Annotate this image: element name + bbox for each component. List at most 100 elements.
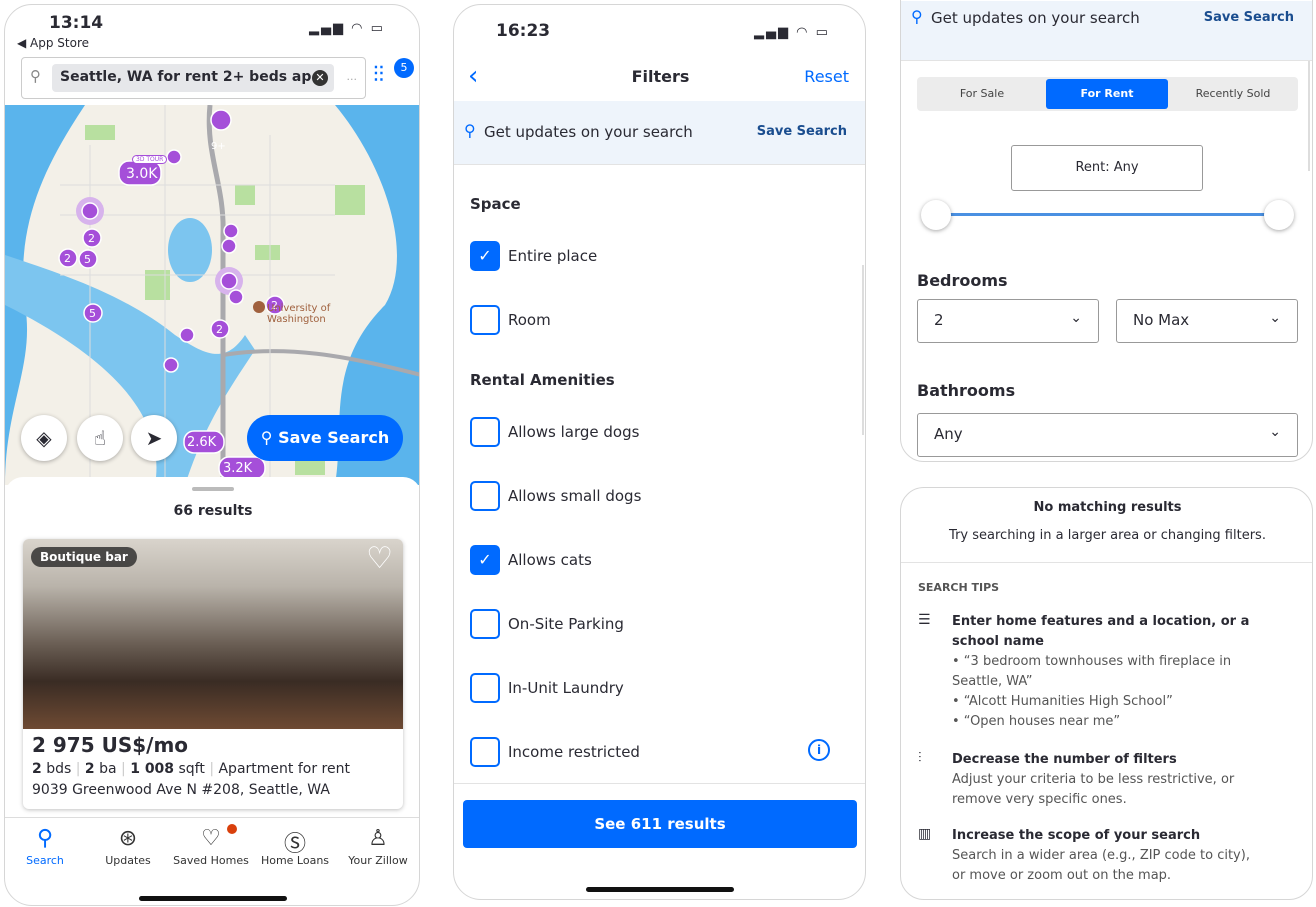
checkbox-label: In-Unit Laundry bbox=[508, 679, 624, 697]
tab-label: Your Zillow bbox=[348, 854, 408, 867]
clear-icon[interactable]: ✕ bbox=[312, 70, 328, 86]
tip-text: Search in a wider area (e.g., ZIP code t… bbox=[952, 848, 1250, 883]
tab-updates[interactable]: ⊛ Updates bbox=[88, 826, 168, 867]
checkbox-row[interactable]: Allows small dogs bbox=[470, 481, 800, 513]
tip-title: Increase the scope of your search bbox=[952, 828, 1201, 843]
green-lake bbox=[168, 218, 212, 282]
search-tip: ☰ Enter home features and a location, or … bbox=[918, 612, 1298, 732]
pin-label[interactable]: 5 bbox=[89, 307, 96, 320]
save-search-icon: ⚲ bbox=[911, 7, 923, 26]
checkbox-label: Entire place bbox=[508, 247, 598, 265]
checkbox[interactable]: ✓ bbox=[470, 545, 500, 575]
tab-your-zillow[interactable]: ♙ Your Zillow bbox=[338, 826, 418, 867]
tab-saved-homes[interactable]: ♡ Saved Homes bbox=[171, 826, 251, 867]
tab-label: Home Loans bbox=[260, 854, 330, 867]
segment-for-rent[interactable]: For Rent bbox=[1046, 79, 1168, 109]
filter-button[interactable]: ⫶⫶ bbox=[373, 63, 384, 88]
university-icon bbox=[253, 301, 265, 313]
checkbox-row[interactable]: ✓ Allows cats bbox=[470, 545, 800, 577]
search-tip: ▥ Increase the scope of your search Search… bbox=[918, 826, 1298, 886]
save-search-label: Save Search bbox=[278, 428, 390, 447]
listing-card[interactable]: Boutique bar ♡ 2 975 US$/mo 2 bds | 2 ba… bbox=[23, 539, 403, 809]
pin-label[interactable]: 9+ bbox=[211, 141, 226, 152]
pin-label[interactable]: 3.0K bbox=[126, 166, 157, 182]
checkbox-row[interactable]: Income restricted bbox=[470, 737, 800, 769]
empty-subtitle: Try searching in a larger area or changi… bbox=[949, 528, 1266, 543]
bathrooms-select[interactable]: Any ⌄ bbox=[917, 413, 1298, 457]
bedrooms-min-select[interactable]: 2 ⌄ bbox=[917, 299, 1099, 343]
save-search-link[interactable]: Save Search bbox=[1204, 10, 1294, 25]
listing-price: 2 975 US$/mo bbox=[32, 733, 189, 757]
checkbox[interactable] bbox=[470, 673, 500, 703]
pin-label[interactable]: 2 bbox=[88, 232, 95, 245]
scrollbar[interactable] bbox=[1308, 61, 1310, 171]
section-bedrooms: Bedrooms bbox=[917, 271, 1008, 290]
pin-label[interactable]: 5 bbox=[84, 253, 91, 266]
pin-label[interactable]: 2 bbox=[216, 323, 223, 336]
sliders-icon: ⫶ bbox=[918, 750, 922, 766]
pin-label[interactable]: 2.6K bbox=[187, 435, 216, 450]
back-to-app-store[interactable]: ◀ App Store bbox=[17, 36, 89, 50]
tab-label: Updates bbox=[105, 854, 151, 867]
checkbox-row[interactable]: Room bbox=[470, 305, 800, 337]
tab-label: Saved Homes bbox=[173, 854, 249, 867]
layers-button[interactable]: ◈ bbox=[21, 415, 67, 461]
tab-home-loans[interactable]: Ⓢ Home Loans bbox=[255, 826, 335, 867]
tip-title: Decrease the number of filters bbox=[952, 752, 1177, 767]
checkbox[interactable] bbox=[470, 481, 500, 511]
search-query-chip[interactable]: Seattle, WA for rent 2+ beds ap... ✕ bbox=[52, 64, 334, 92]
banner-text: Get updates on your search bbox=[931, 9, 1140, 27]
bedrooms-max-select[interactable]: No Max ⌄ bbox=[1116, 299, 1298, 343]
search-map-screen: 13:14 ◀ App Store ▂▄▆ ◠ ▭ ⚲ Seattle, WA … bbox=[4, 4, 420, 906]
sheet-handle[interactable] bbox=[192, 487, 234, 491]
tip-title: Enter home features and a location, or a… bbox=[952, 614, 1250, 649]
segment-for-sale[interactable]: For Sale bbox=[921, 79, 1043, 109]
checkbox-row[interactable]: On-Site Parking bbox=[470, 609, 800, 641]
chevron-down-icon: ⌄ bbox=[1269, 424, 1281, 440]
map-pin bbox=[163, 357, 179, 373]
checkbox[interactable] bbox=[470, 609, 500, 639]
see-results-button[interactable]: See 611 results bbox=[463, 800, 857, 848]
tab-label: Search bbox=[26, 854, 64, 867]
checkbox-row[interactable]: Allows large dogs bbox=[470, 417, 800, 449]
search-icon: ⚲ bbox=[36, 826, 54, 851]
checkbox[interactable]: ✓ bbox=[470, 241, 500, 271]
3d-tour-badge: 3D TOUR bbox=[132, 155, 168, 164]
scrollbar[interactable] bbox=[862, 265, 864, 435]
draw-button[interactable]: ☝ bbox=[77, 415, 123, 461]
dollar-icon: Ⓢ bbox=[283, 832, 306, 857]
listing-type-toggle: For Sale For Rent Recently Sold bbox=[917, 77, 1298, 111]
tip-text: Adjust your criteria to be less restrict… bbox=[952, 772, 1235, 807]
empty-title: No matching results bbox=[1033, 500, 1182, 515]
favorite-heart-icon[interactable]: ♡ bbox=[366, 541, 393, 576]
reset-button[interactable]: Reset bbox=[804, 67, 849, 86]
rent-slider-track[interactable] bbox=[935, 213, 1279, 216]
info-icon[interactable]: i bbox=[808, 739, 830, 761]
map[interactable]: 9+ 3.0K 3D TOUR 2 2 5 2 5 2 2.6K 3.2K Un… bbox=[5, 105, 419, 485]
rent-max-handle[interactable] bbox=[1264, 200, 1294, 230]
sliders-icon: ⫶⫶ bbox=[373, 63, 385, 88]
checkbox[interactable] bbox=[470, 305, 500, 335]
location-button[interactable]: ➤ bbox=[131, 415, 177, 461]
map-icon: ▥ bbox=[918, 826, 932, 842]
checkbox-row[interactable]: ✓ Entire place bbox=[470, 241, 800, 273]
person-icon: ♙ bbox=[368, 826, 388, 851]
save-search-link[interactable]: Save Search bbox=[757, 124, 847, 139]
tip-text: • “Alcott Humanities High School” bbox=[952, 694, 1173, 709]
rent-tooltip: Rent: Any bbox=[1011, 145, 1203, 191]
pin-label[interactable]: 2 bbox=[64, 252, 71, 265]
divider bbox=[901, 562, 1312, 563]
status-time: 13:14 bbox=[49, 13, 104, 33]
pin-label[interactable]: 3.2K bbox=[223, 461, 252, 476]
divider bbox=[454, 783, 865, 784]
tab-search[interactable]: ⚲ Search bbox=[5, 826, 85, 867]
map-pin bbox=[81, 202, 99, 220]
checkbox[interactable] bbox=[470, 417, 500, 447]
save-search-button[interactable]: ⚲ Save Search bbox=[247, 415, 403, 461]
search-input[interactable]: ⚲ Seattle, WA for rent 2+ beds ap... ✕ ..… bbox=[21, 57, 366, 99]
tip-text: • “3 bedroom townhouses with fireplace i… bbox=[952, 654, 1232, 689]
checkbox-row[interactable]: In-Unit Laundry bbox=[470, 673, 800, 705]
segment-recently-sold[interactable]: Recently Sold bbox=[1172, 79, 1294, 109]
checkbox[interactable] bbox=[470, 737, 500, 767]
rent-min-handle[interactable] bbox=[921, 200, 951, 230]
